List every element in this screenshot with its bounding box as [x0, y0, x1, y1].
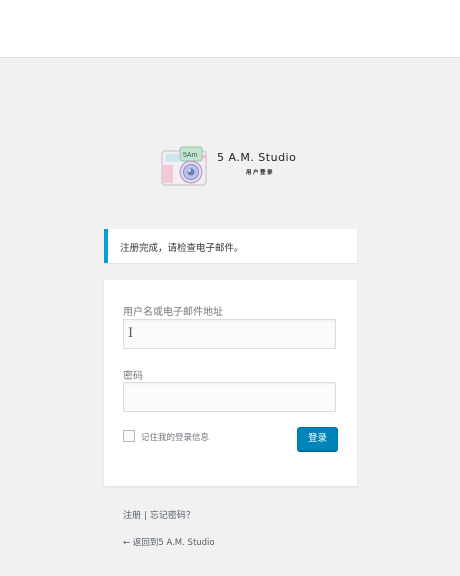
back-to-site[interactable]: ← 返回到5 A.M. Studio [123, 536, 215, 548]
password-input[interactable] [123, 382, 336, 412]
login-form: 用户名或电子邮件地址 I 密码 记住我的登录信息 登录 [104, 280, 357, 486]
svg-text:5Am: 5Am [183, 152, 198, 159]
remember-me-checkbox[interactable] [123, 430, 135, 442]
link-separator: | [143, 511, 147, 521]
login-button[interactable]: 登录 [297, 427, 338, 451]
auth-links: 注册 | 忘记密码？ [123, 508, 195, 521]
lost-password-link[interactable]: 忘记密码？ [150, 511, 195, 521]
site-logo[interactable]: 5Am 5 A.M. Studio 用户登录 [160, 143, 320, 191]
back-to-site-link[interactable]: 返回到5 A.M. Studio [133, 538, 215, 548]
camera-logo-icon: 5Am [161, 146, 207, 186]
text-cursor-icon: I [128, 326, 134, 341]
site-title: 5 A.M. Studio [217, 151, 297, 164]
top-bar [0, 0, 460, 58]
register-link[interactable]: 注册 [123, 511, 141, 521]
remember-me-label[interactable]: 记住我的登录信息 [141, 431, 209, 443]
registration-notice: 注册完成，请检查电子邮件。 [104, 229, 357, 263]
notice-message: 注册完成，请检查电子邮件。 [120, 243, 244, 254]
username-input[interactable]: I [123, 319, 336, 349]
username-label: 用户名或电子邮件地址 [123, 307, 223, 318]
site-subtitle: 用户登录 [246, 170, 275, 176]
password-label: 密码 [123, 371, 143, 382]
back-arrow-icon: ← [123, 538, 131, 548]
